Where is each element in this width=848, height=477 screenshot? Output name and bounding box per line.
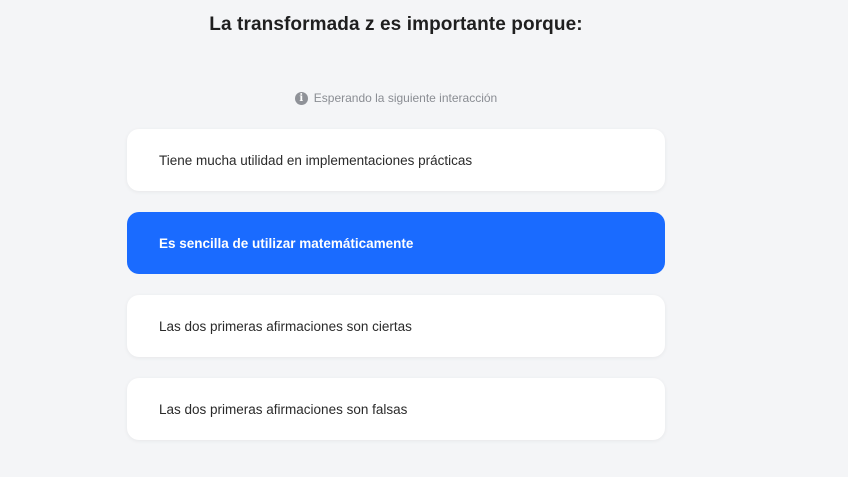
option-label: Las dos primeras afirmaciones son cierta… xyxy=(159,318,412,334)
info-icon: i xyxy=(294,91,308,105)
status-message: i Esperando la siguiente interacción xyxy=(0,91,792,105)
option-2-selected[interactable]: Es sencilla de utilizar matemáticamente xyxy=(127,212,665,274)
option-label: Las dos primeras afirmaciones son falsas xyxy=(159,401,408,417)
option-4[interactable]: Las dos primeras afirmaciones son falsas xyxy=(127,378,665,440)
option-label: Tiene mucha utilidad en implementaciones… xyxy=(159,152,473,168)
option-3[interactable]: Las dos primeras afirmaciones son cierta… xyxy=(127,295,665,357)
question-title: La transformada z es importante porque: xyxy=(209,14,583,35)
option-label: Es sencilla de utilizar matemáticamente xyxy=(159,235,414,251)
option-1[interactable]: Tiene mucha utilidad en implementaciones… xyxy=(127,129,665,191)
answer-options: Tiene mucha utilidad en implementaciones… xyxy=(127,129,665,461)
status-text: Esperando la siguiente interacción xyxy=(313,91,498,105)
